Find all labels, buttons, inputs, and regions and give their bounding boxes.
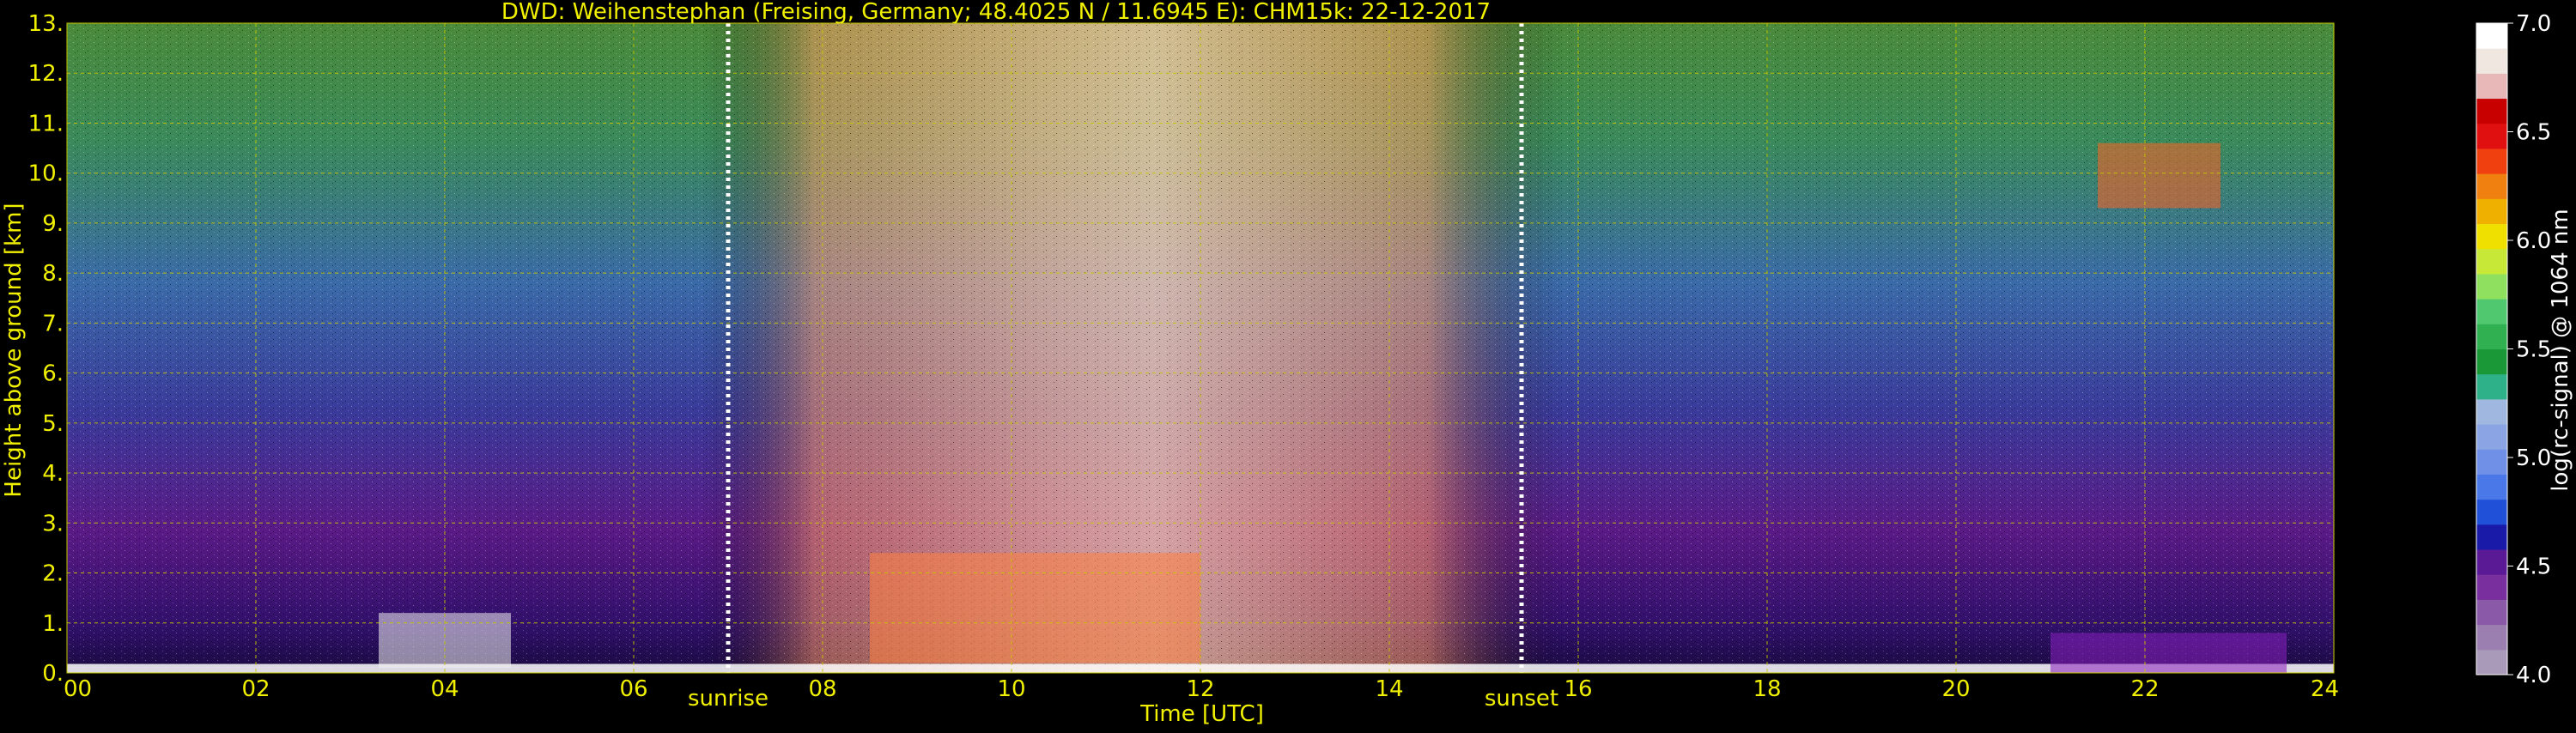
x-tick-label: 20 — [1941, 676, 1970, 702]
cloud-feature — [2050, 633, 2287, 673]
ceilometer-chart: sunrise sunset 00 02 04 06 08 10 12 14 16 18 20 22 24… — [0, 0, 2576, 730]
colorbar-label: log(rc-signal) @ 1064 nm — [2548, 209, 2573, 491]
colorbar-segment — [2476, 524, 2507, 550]
colorbar-segment — [2476, 599, 2507, 626]
y-tick-label: 6. — [42, 361, 64, 387]
y-tick-label: 0. — [42, 661, 64, 687]
colorbar-segment — [2476, 148, 2507, 174]
colorbar-segment — [2476, 223, 2507, 250]
colorbar-segment — [2476, 424, 2507, 450]
y-tick-label: 5. — [42, 411, 64, 437]
colorbar-tick-label: 7.0 — [2516, 11, 2551, 37]
x-tick-label: 10 — [997, 676, 1025, 702]
colorbar-segment — [2476, 73, 2507, 100]
colorbar-segment — [2476, 173, 2507, 199]
y-tick-label: 3. — [42, 511, 64, 536]
colorbar: 4.0 4.5 5.0 5.5 6.0 6.5 7.0 — [2476, 11, 2551, 688]
x-tick-label: 14 — [1375, 676, 1403, 702]
y-tick-labels: 0. 1. 2. 3. 4. 5. 6. 7. 8. 9. 10. 11. 12. 13. — [28, 11, 64, 687]
x-tick-label: 02 — [241, 676, 270, 702]
colorbar-segment — [2476, 549, 2507, 575]
colorbar-tick-label: 6.5 — [2516, 120, 2551, 146]
x-tick-label: 08 — [808, 676, 836, 702]
colorbar-segment — [2476, 449, 2507, 475]
x-tick-label: 06 — [619, 676, 647, 702]
chart-title: DWD: Weihenstephan (Freising, Germany; 4… — [501, 0, 1491, 25]
y-tick-label: 2. — [42, 561, 64, 587]
x-tick-label: 16 — [1564, 676, 1592, 702]
colorbar-segment — [2476, 649, 2507, 675]
colorbar-segment — [2476, 123, 2507, 149]
colorbar-tick-label: 6.0 — [2516, 228, 2551, 254]
annotation-label: sunset — [1485, 686, 1558, 712]
x-tick-labels: 00 02 04 06 08 10 12 14 16 18 20 22 24 — [64, 676, 2339, 702]
y-tick-label: 9. — [42, 211, 64, 237]
colorbar-tick-label: 4.5 — [2516, 554, 2551, 580]
y-axis-label: Height above ground [km] — [1, 203, 27, 497]
colorbar-segment — [2476, 48, 2507, 74]
colorbar-segment — [2476, 198, 2507, 225]
chart-svg: sunrise sunset 00 02 04 06 08 10 12 14 16 18 20 22 24… — [1, 0, 2573, 727]
annotation-label: sunrise — [688, 686, 769, 712]
colorbar-segment — [2476, 624, 2507, 651]
colorbar-tick-label: 5.5 — [2516, 337, 2551, 363]
y-tick-label: 4. — [42, 461, 64, 487]
x-tick-label: 04 — [430, 676, 459, 702]
colorbar-segment — [2476, 273, 2507, 300]
x-axis-label: Time [UTC] — [1139, 701, 1264, 727]
colorbar-tick-label: 4.0 — [2516, 663, 2551, 688]
colorbar-segment — [2476, 373, 2507, 400]
x-tick-label: 24 — [2311, 676, 2339, 702]
x-tick-label: 22 — [2130, 676, 2159, 702]
colorbar-segment — [2476, 23, 2507, 49]
y-tick-label: 1. — [42, 611, 64, 637]
y-tick-label: 11. — [28, 111, 64, 136]
y-tick-label: 7. — [42, 311, 64, 336]
colorbar-segment — [2476, 98, 2507, 124]
colorbar-segment — [2476, 574, 2507, 600]
y-tick-label: 10. — [28, 161, 64, 187]
colorbar-segment — [2476, 324, 2507, 349]
colorbar-segment — [2476, 398, 2507, 425]
x-tick-label: 12 — [1186, 676, 1214, 702]
x-tick-label: 18 — [1753, 676, 1781, 702]
cloud-feature — [2098, 142, 2221, 209]
colorbar-segment — [2476, 348, 2507, 375]
colorbar-segment — [2476, 299, 2507, 324]
y-tick-label: 13. — [28, 11, 64, 37]
colorbar-tick-label: 5.0 — [2516, 445, 2551, 471]
y-tick-label: 8. — [42, 261, 64, 287]
colorbar-segment — [2476, 474, 2507, 500]
cloud-feature — [870, 553, 1200, 663]
y-tick-label: 12. — [28, 61, 64, 87]
x-tick-label: 00 — [64, 676, 92, 702]
colorbar-segment — [2476, 499, 2507, 525]
colorbar-segment — [2476, 248, 2507, 275]
